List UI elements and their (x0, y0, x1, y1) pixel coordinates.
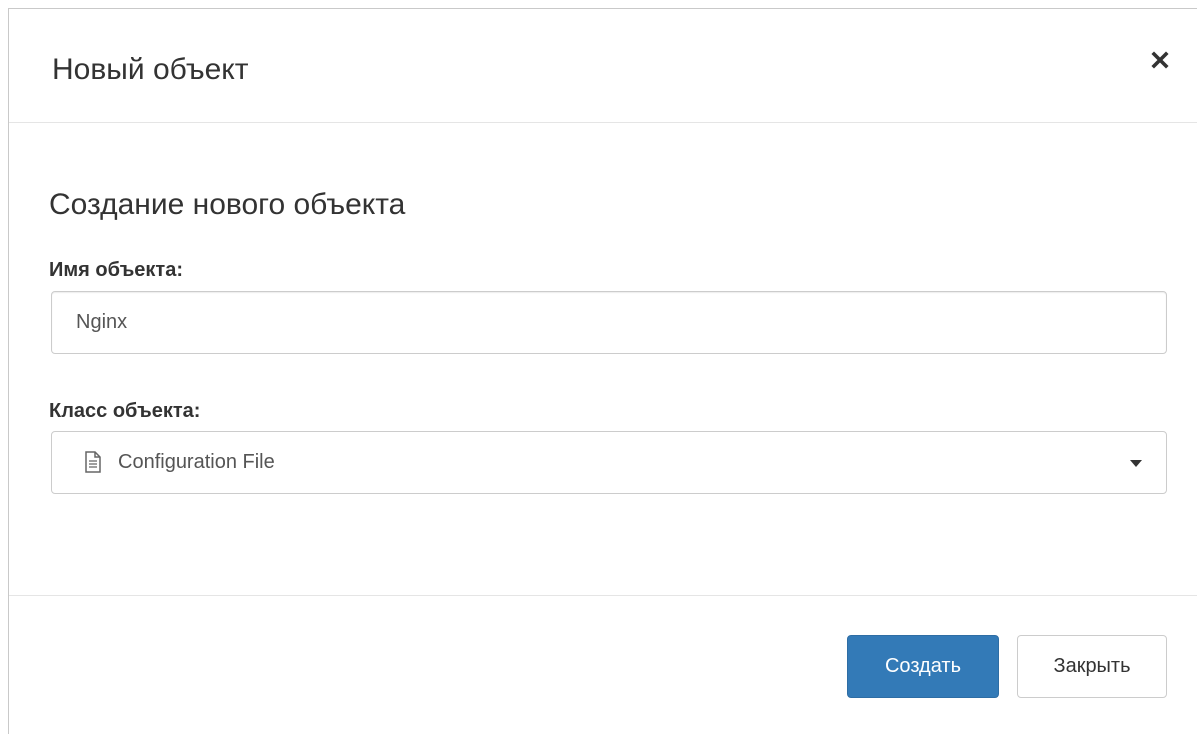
close-dialog-button[interactable]: Закрыть (1017, 635, 1167, 698)
chevron-down-icon (1130, 460, 1142, 467)
modal-body: Создание нового объекта Имя объекта: Кла… (9, 123, 1197, 595)
object-class-select[interactable]: Configuration File (51, 431, 1167, 494)
object-class-value: Configuration File (118, 451, 275, 473)
create-button[interactable]: Создать (847, 635, 999, 698)
object-class-label: Класс объекта: (49, 400, 201, 422)
close-button[interactable] (1145, 45, 1175, 75)
modal-title: Новый объект (52, 53, 249, 86)
modal-header: Новый объект (9, 9, 1197, 123)
modal-footer: Создать Закрыть (9, 595, 1197, 735)
object-name-label: Имя объекта: (49, 259, 183, 281)
file-icon (84, 451, 102, 478)
section-title: Создание нового объекта (49, 188, 406, 221)
object-name-input[interactable] (51, 291, 1167, 354)
new-object-dialog: Новый объект Создание нового объекта Имя… (8, 8, 1197, 734)
close-icon (1145, 45, 1175, 75)
